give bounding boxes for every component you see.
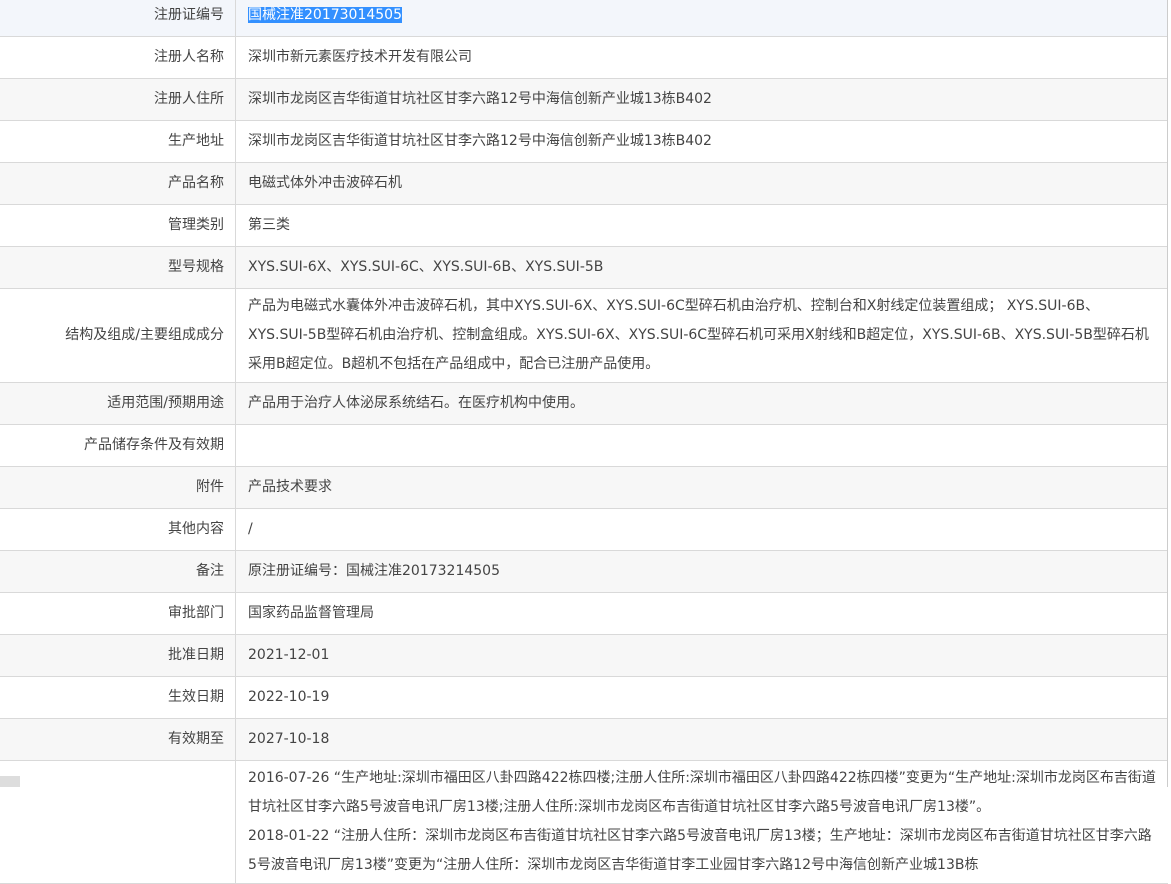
table-row: 型号规格 XYS.SUI-6X、XYS.SUI-6C、XYS.SUI-6B、XYS… <box>0 246 1168 289</box>
scrollbar[interactable] <box>1167 0 1171 787</box>
change-entry: 2016-07-26 “生产地址:深圳市福田区八卦四路422栋四楼;注册人住所:… <box>248 770 1156 815</box>
field-label: 批准日期 <box>0 634 236 677</box>
table-row: 备注 原注册证编号：国械注准20173214505 <box>0 550 1168 593</box>
table-row: 管理类别 第三类 <box>0 204 1168 247</box>
change-history: 2016-07-26 “生产地址:深圳市福田区八卦四路422栋四楼;注册人住所:… <box>235 760 1168 884</box>
field-value: 产品为电磁式水囊体外冲击波碎石机，其中XYS.SUI-6X、XYS.SUI-6C… <box>235 288 1168 383</box>
field-label: 附件 <box>0 466 236 509</box>
field-label: 注册人名称 <box>0 36 236 79</box>
field-label: 结构及组成/主要组成成分 <box>0 288 236 383</box>
table-row: 注册人名称 深圳市新元素医疗技术开发有限公司 <box>0 36 1168 79</box>
resize-corner <box>0 776 20 787</box>
field-label: 审批部门 <box>0 592 236 635</box>
table-row: 生效日期 2022-10-19 <box>0 676 1168 719</box>
table-row: 有效期至 2027-10-18 <box>0 718 1168 761</box>
table-row: 产品储存条件及有效期 <box>0 424 1168 467</box>
selected-text[interactable]: 国械注准20173014505 <box>248 7 402 23</box>
field-value: XYS.SUI-6X、XYS.SUI-6C、XYS.SUI-6B、XYS.SUI… <box>235 246 1168 289</box>
table-row: 产品名称 电磁式体外冲击波碎石机 <box>0 162 1168 205</box>
field-label: 有效期至 <box>0 718 236 761</box>
table-row: 批准日期 2021-12-01 <box>0 634 1168 677</box>
field-value: 2021-12-01 <box>235 634 1168 677</box>
field-label: 生效日期 <box>0 676 236 719</box>
field-label: 注册人住所 <box>0 78 236 121</box>
field-value: 深圳市龙岗区吉华街道甘坑社区甘李六路12号中海信创新产业城13栋B402 <box>235 120 1168 163</box>
field-label: 产品储存条件及有效期 <box>0 424 236 467</box>
change-entry: 2018-01-22 “注册人住所：深圳市龙岗区布吉街道甘坑社区甘李六路5号波音… <box>248 828 1152 873</box>
field-label: 型号规格 <box>0 246 236 289</box>
table-row: 适用范围/预期用途 产品用于治疗人体泌尿系统结石。在医疗机构中使用。 <box>0 382 1168 425</box>
field-value: 国家药品监督管理局 <box>235 592 1168 635</box>
table-row: 生产地址 深圳市龙岗区吉华街道甘坑社区甘李六路12号中海信创新产业城13栋B402 <box>0 120 1168 163</box>
table-row: 注册人住所 深圳市龙岗区吉华街道甘坑社区甘李六路12号中海信创新产业城13栋B40… <box>0 78 1168 121</box>
field-label: 生产地址 <box>0 120 236 163</box>
table-row: 其他内容 / <box>0 508 1168 551</box>
field-value: 原注册证编号：国械注准20173214505 <box>235 550 1168 593</box>
field-label: 其他内容 <box>0 508 236 551</box>
field-value <box>235 424 1168 467</box>
field-value: 2027-10-18 <box>235 718 1168 761</box>
table-row: 注册证编号 国械注准20173014505 <box>0 0 1168 37</box>
table-row-change-history: 2016-07-26 “生产地址:深圳市福田区八卦四路422栋四楼;注册人住所:… <box>0 760 1168 884</box>
field-label <box>0 760 236 884</box>
field-value: 深圳市新元素医疗技术开发有限公司 <box>235 36 1168 79</box>
table-row: 审批部门 国家药品监督管理局 <box>0 592 1168 635</box>
table-row: 结构及组成/主要组成成分 产品为电磁式水囊体外冲击波碎石机，其中XYS.SUI-6… <box>0 288 1168 383</box>
field-label: 适用范围/预期用途 <box>0 382 236 425</box>
field-label: 产品名称 <box>0 162 236 205</box>
field-label: 管理类别 <box>0 204 236 247</box>
field-value: 产品用于治疗人体泌尿系统结石。在医疗机构中使用。 <box>235 382 1168 425</box>
field-label: 注册证编号 <box>0 0 236 37</box>
field-value: 2022-10-19 <box>235 676 1168 719</box>
field-value: 产品技术要求 <box>235 466 1168 509</box>
registration-detail-table: 注册证编号 国械注准20173014505 注册人名称 深圳市新元素医疗技术开发有限公… <box>0 0 1168 884</box>
field-value: 第三类 <box>235 204 1168 247</box>
field-label: 备注 <box>0 550 236 593</box>
field-value: / <box>235 508 1168 551</box>
field-value: 深圳市龙岗区吉华街道甘坑社区甘李六路12号中海信创新产业城13栋B402 <box>235 78 1168 121</box>
field-value: 电磁式体外冲击波碎石机 <box>235 162 1168 205</box>
table-row: 附件 产品技术要求 <box>0 466 1168 509</box>
field-value: 国械注准20173014505 <box>235 0 1168 37</box>
